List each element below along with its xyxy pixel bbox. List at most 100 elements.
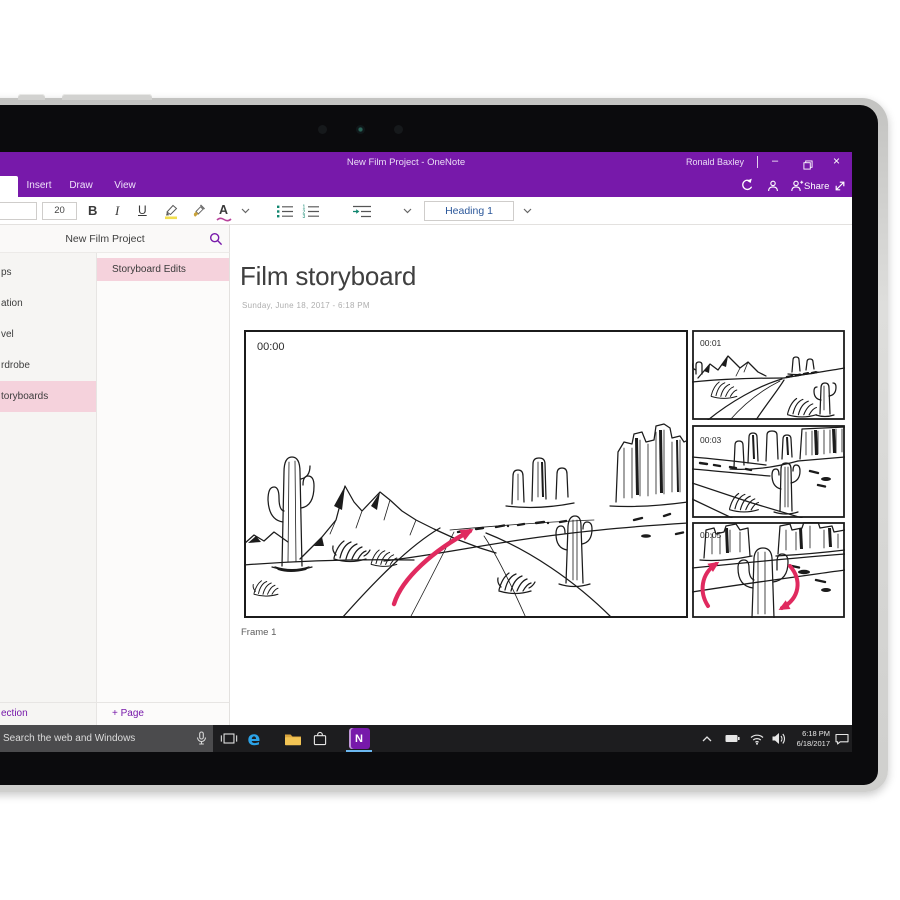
notebook-title[interactable]: New Film Project	[0, 233, 210, 245]
pages-list: Storyboard Edits	[97, 253, 230, 702]
tab-view[interactable]: View	[110, 180, 140, 191]
clock-date: 6/18/2017	[784, 739, 830, 749]
font-name-box[interactable]	[0, 202, 37, 220]
font-size-box[interactable]: 20	[42, 202, 77, 220]
paragraph-options-chevron-icon[interactable]	[403, 208, 412, 214]
store-button[interactable]	[309, 725, 331, 752]
storyboard-frame-3[interactable]: 00:05	[692, 522, 845, 618]
section-item[interactable]: rdrobe	[0, 350, 96, 381]
restore-icon	[803, 160, 813, 170]
search-icon	[209, 232, 223, 246]
windows-desktop: New Film Project - OneNote Ronald Baxley…	[0, 152, 852, 752]
edge-icon: e	[248, 728, 261, 750]
section-item-storyboards-active[interactable]: toryboards	[0, 381, 96, 412]
ir-sensor-dot	[394, 125, 403, 134]
undo-icon	[740, 178, 754, 191]
frame-caption: Frame 1	[241, 627, 276, 638]
storyboard-frame-2[interactable]: 00:03	[692, 425, 845, 518]
page-canvas[interactable]: Film storyboard Sunday, June 18, 2017 - …	[230, 225, 852, 725]
indent-icon	[352, 205, 372, 218]
task-view-icon	[220, 732, 238, 745]
add-page-button[interactable]: + Page	[97, 702, 230, 725]
camera-lens	[356, 125, 365, 134]
font-options-chevron-icon[interactable]	[241, 208, 250, 214]
formatting-toolbar: 20 B I U A	[0, 197, 852, 225]
tab-insert[interactable]: Insert	[22, 180, 56, 191]
titlebar-divider	[757, 156, 758, 168]
file-explorer-button[interactable]	[282, 725, 304, 752]
font-color-button[interactable]: A	[219, 203, 228, 217]
screenshot-canvas: New Film Project - OneNote Ronald Baxley…	[0, 0, 900, 900]
section-item[interactable]: vel	[0, 319, 96, 350]
volume-rocker	[62, 94, 152, 100]
add-section-button[interactable]: ection	[0, 702, 97, 725]
ambient-sensor-dot	[318, 125, 327, 134]
window-title: New Film Project - OneNote	[300, 157, 512, 168]
page-date: Sunday, June 18, 2017 - 6:18 PM	[242, 301, 370, 310]
battery-status[interactable]	[723, 725, 741, 752]
ribbon-tabs: e Insert Draw View	[0, 173, 852, 197]
clock-time: 6:18 PM	[784, 729, 830, 739]
bullet-list-button[interactable]	[276, 204, 294, 223]
task-view-button[interactable]	[218, 725, 240, 752]
share-button[interactable]	[791, 179, 804, 197]
microphone-icon[interactable]	[196, 731, 207, 746]
numbered-list-button[interactable]: 1 2 3	[302, 204, 320, 223]
section-item[interactable]: ation	[0, 288, 96, 319]
indent-button[interactable]	[352, 205, 372, 223]
page-item-active[interactable]: Storyboard Edits	[97, 258, 229, 281]
account-button[interactable]	[767, 179, 779, 197]
frame-timecode: 00:05	[700, 530, 722, 540]
numbered-list-icon: 1 2 3	[302, 204, 320, 218]
wifi-status[interactable]	[748, 725, 766, 752]
frame-timecode: 00:01	[700, 338, 722, 348]
style-chevron-icon[interactable]	[523, 208, 532, 214]
page-title[interactable]: Film storyboard	[240, 261, 416, 292]
chevron-up-icon	[702, 736, 712, 742]
highlighter-icon	[162, 202, 180, 220]
person-icon	[767, 180, 779, 192]
share-person-add-icon	[791, 180, 804, 192]
folder-icon	[284, 732, 302, 746]
onenote-icon: N	[349, 728, 370, 749]
notebook-header[interactable]: New Film Project	[0, 225, 230, 253]
bullet-list-icon	[276, 204, 294, 218]
style-selector[interactable]: Heading 1	[424, 201, 514, 221]
notification-bubble-icon	[835, 733, 849, 745]
search-button[interactable]	[209, 232, 223, 251]
frame-timecode: 00:03	[700, 435, 722, 445]
tray-clock[interactable]: 6:18 PM 6/18/2017	[784, 729, 830, 748]
wifi-icon	[750, 733, 764, 745]
power-button	[18, 94, 45, 100]
share-label[interactable]: Share	[804, 181, 829, 192]
section-item[interactable]: ps	[0, 257, 96, 288]
close-button[interactable]: ×	[833, 154, 840, 168]
undo-button[interactable]	[740, 178, 754, 196]
full-screen-button[interactable]	[834, 179, 846, 197]
svg-text:3: 3	[303, 214, 306, 218]
tab-home[interactable]: e	[0, 176, 18, 197]
onenote-app-button[interactable]: N	[344, 725, 374, 752]
highlight-button[interactable]	[162, 202, 180, 225]
tab-draw[interactable]: Draw	[66, 180, 96, 191]
brush-icon	[190, 202, 208, 220]
sections-list: ps ation vel rdrobe toryboards	[0, 253, 97, 702]
font-color-swoosh-icon	[216, 217, 232, 222]
battery-icon	[725, 734, 740, 743]
active-app-indicator	[346, 750, 372, 752]
edge-browser-button[interactable]: e	[243, 725, 265, 752]
signed-in-user[interactable]: Ronald Baxley	[686, 157, 744, 167]
windows-taskbar: Search the web and Windows e	[0, 725, 852, 752]
italic-button[interactable]: I	[115, 203, 119, 219]
onenote-titlebar[interactable]: New Film Project - OneNote Ronald Baxley…	[0, 152, 852, 173]
format-painter-button[interactable]	[190, 202, 208, 225]
tray-expand-button[interactable]	[699, 725, 715, 752]
action-center-button[interactable]	[833, 725, 851, 752]
frame-border	[245, 331, 687, 617]
underline-button[interactable]: U	[138, 203, 147, 217]
minimize-button[interactable]: –	[772, 155, 778, 167]
storyboard-frame-1[interactable]: 00:01	[692, 330, 845, 420]
storyboard-frame-main[interactable]: 00:00	[244, 330, 688, 618]
search-input[interactable]: Search the web and Windows	[0, 725, 213, 752]
bold-button[interactable]: B	[88, 203, 97, 218]
